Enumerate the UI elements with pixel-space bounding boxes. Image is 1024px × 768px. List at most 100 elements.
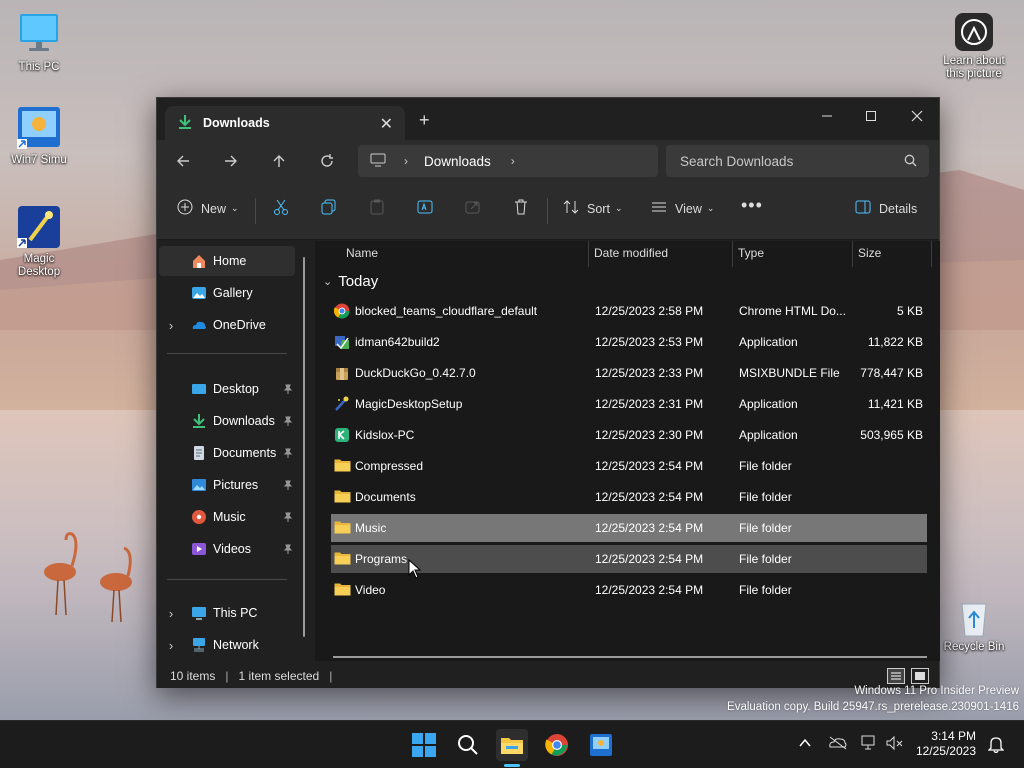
breadcrumb-downloads[interactable]: Downloads xyxy=(424,154,491,169)
pin-icon[interactable] xyxy=(283,543,293,557)
pin-icon[interactable] xyxy=(283,383,293,397)
breadcrumb-chevron-icon[interactable]: › xyxy=(511,154,515,168)
file-row-compressed[interactable]: Compressed 12/25/2023 2:54 PM File folder xyxy=(331,452,927,480)
up-button[interactable] xyxy=(267,150,291,172)
copy-button[interactable] xyxy=(321,199,337,218)
music-icon xyxy=(191,509,207,525)
minimize-button[interactable] xyxy=(805,102,849,130)
network-tray-icon[interactable] xyxy=(860,735,878,754)
column-divider[interactable] xyxy=(732,241,733,267)
file-row-kidslox-pc[interactable]: Kidslox-PC 12/25/2023 2:30 PM Application 5… xyxy=(331,421,927,449)
refresh-button[interactable] xyxy=(315,150,339,172)
sidebar-item-label: OneDrive xyxy=(213,318,266,332)
file-date: 12/25/2023 2:58 PM xyxy=(595,304,704,318)
pin-icon[interactable] xyxy=(283,447,293,461)
details-button[interactable]: Details xyxy=(855,199,917,218)
horizontal-scrollbar[interactable] xyxy=(333,656,927,658)
sidebar-item-desktop[interactable]: Desktop xyxy=(159,374,295,404)
file-row-idman642build2[interactable]: idman642build2 12/25/2023 2:53 PM Applicat… xyxy=(331,328,927,356)
tab-downloads[interactable]: Downloads ✕ xyxy=(165,106,405,140)
trash-icon xyxy=(513,199,529,218)
delete-button[interactable] xyxy=(513,199,529,218)
monitor-icon xyxy=(16,12,62,58)
column-divider[interactable] xyxy=(931,241,932,267)
sidebar-item-network[interactable]: › Network xyxy=(159,630,295,660)
system-clock[interactable]: 3:14 PM 12/25/2023 xyxy=(916,729,976,759)
volume-muted-icon[interactable] xyxy=(886,735,904,754)
sidebar-item-this-pc[interactable]: › This PC xyxy=(159,598,295,628)
chevron-right-icon[interactable]: › xyxy=(169,639,173,653)
close-tab-icon[interactable]: ✕ xyxy=(380,114,393,134)
forward-button[interactable] xyxy=(219,150,243,172)
pin-icon[interactable] xyxy=(283,511,293,525)
show-hidden-icons-chevron[interactable] xyxy=(798,737,812,752)
sidebar-item-pictures[interactable]: Pictures xyxy=(159,470,295,500)
search-input[interactable]: Search Downloads xyxy=(666,145,929,177)
taskbar-chrome[interactable] xyxy=(541,729,573,761)
new-tab-button[interactable]: + xyxy=(419,110,430,131)
view-lines-icon xyxy=(651,199,667,218)
back-button[interactable] xyxy=(171,150,195,172)
desktop-icon-recycle-bin[interactable]: Recycle Bin xyxy=(938,598,1010,654)
desktop-icon-magic-desktop[interactable]: Magic Desktop xyxy=(3,204,75,279)
new-button[interactable]: New ⌄ xyxy=(177,199,239,218)
download-arrow-icon xyxy=(191,413,207,429)
chevron-right-icon[interactable]: › xyxy=(169,319,173,333)
copy-icon xyxy=(321,199,337,218)
file-row-video[interactable]: Video 12/25/2023 2:54 PM File folder xyxy=(331,576,927,604)
column-header-type[interactable]: Type xyxy=(738,241,764,267)
package-icon xyxy=(334,365,350,381)
file-row-documents[interactable]: Documents 12/25/2023 2:54 PM File folder xyxy=(331,483,927,511)
file-size: 11,421 KB xyxy=(867,397,923,411)
sidebar-item-downloads[interactable]: Downloads xyxy=(159,406,295,436)
pin-icon[interactable] xyxy=(283,479,293,493)
sidebar-item-videos[interactable]: Videos xyxy=(159,534,295,564)
new-label: New xyxy=(201,201,227,216)
file-row-magicdesktopsetup[interactable]: MagicDesktopSetup 12/25/2023 2:31 PM Appli… xyxy=(331,390,927,418)
column-header-name[interactable]: Name xyxy=(346,241,378,267)
group-header-today[interactable]: ⌄ Today xyxy=(323,273,378,290)
taskbar-file-explorer[interactable] xyxy=(496,729,528,767)
desktop-icon-this-pc[interactable]: This PC xyxy=(3,12,75,74)
sidebar-item-home[interactable]: Home xyxy=(159,246,295,276)
column-divider[interactable] xyxy=(588,241,589,267)
file-date: 12/25/2023 2:54 PM xyxy=(595,552,704,566)
onedrive-tray-icon[interactable] xyxy=(828,735,848,754)
rename-button[interactable] xyxy=(417,199,433,218)
paste-button[interactable] xyxy=(369,199,385,218)
file-row-duckduckgo-0-42-7-0[interactable]: DuckDuckGo_0.42.7.0 12/25/2023 2:33 PM MSI… xyxy=(331,359,927,387)
notification-bell-icon[interactable] xyxy=(987,735,1005,756)
desktop-icon-win7-simu[interactable]: Win7 Simu xyxy=(3,105,75,167)
taskbar-win7-simu[interactable] xyxy=(585,729,617,761)
address-bar[interactable]: › Downloads › xyxy=(358,145,658,177)
file-row-blocked-teams-cloudflare-default[interactable]: blocked_teams_cloudflare_default 12/25/20… xyxy=(331,297,927,325)
column-divider[interactable] xyxy=(852,241,853,267)
chevron-right-icon[interactable]: › xyxy=(169,607,173,621)
sidebar-scrollbar[interactable] xyxy=(303,257,305,637)
navigation-pane: Home Gallery › OneDrive Desktop Download… xyxy=(157,241,312,661)
search-button[interactable] xyxy=(452,729,484,761)
share-button[interactable] xyxy=(465,199,481,218)
desktop-icon-learn-about-picture[interactable]: Learn about this picture xyxy=(938,12,1010,81)
start-button[interactable] xyxy=(408,729,440,761)
column-header-date[interactable]: Date modified xyxy=(594,241,668,267)
sort-button[interactable]: Sort ⌄ xyxy=(563,199,622,218)
file-row-music[interactable]: Music 12/25/2023 2:54 PM File folder xyxy=(331,514,927,542)
sidebar-item-gallery[interactable]: Gallery xyxy=(159,278,295,308)
maximize-button[interactable] xyxy=(849,102,893,130)
pin-icon[interactable] xyxy=(283,415,293,429)
breadcrumb-chevron-icon: › xyxy=(404,154,408,168)
more-options-icon[interactable]: ••• xyxy=(741,195,763,216)
sidebar-item-onedrive[interactable]: › OneDrive xyxy=(159,310,295,340)
view-button[interactable]: View ⌄ xyxy=(651,199,714,218)
sidebar-item-music[interactable]: Music xyxy=(159,502,295,532)
column-header-size[interactable]: Size xyxy=(858,241,881,267)
win7-simu-icon xyxy=(590,734,612,756)
file-date: 12/25/2023 2:54 PM xyxy=(595,490,704,504)
sidebar-item-documents[interactable]: Documents xyxy=(159,438,295,468)
sidebar-item-label: Music xyxy=(213,510,246,524)
cut-button[interactable] xyxy=(273,199,289,218)
file-date: 12/25/2023 2:54 PM xyxy=(595,521,704,535)
close-window-button[interactable] xyxy=(895,102,939,130)
home-icon xyxy=(191,253,207,269)
